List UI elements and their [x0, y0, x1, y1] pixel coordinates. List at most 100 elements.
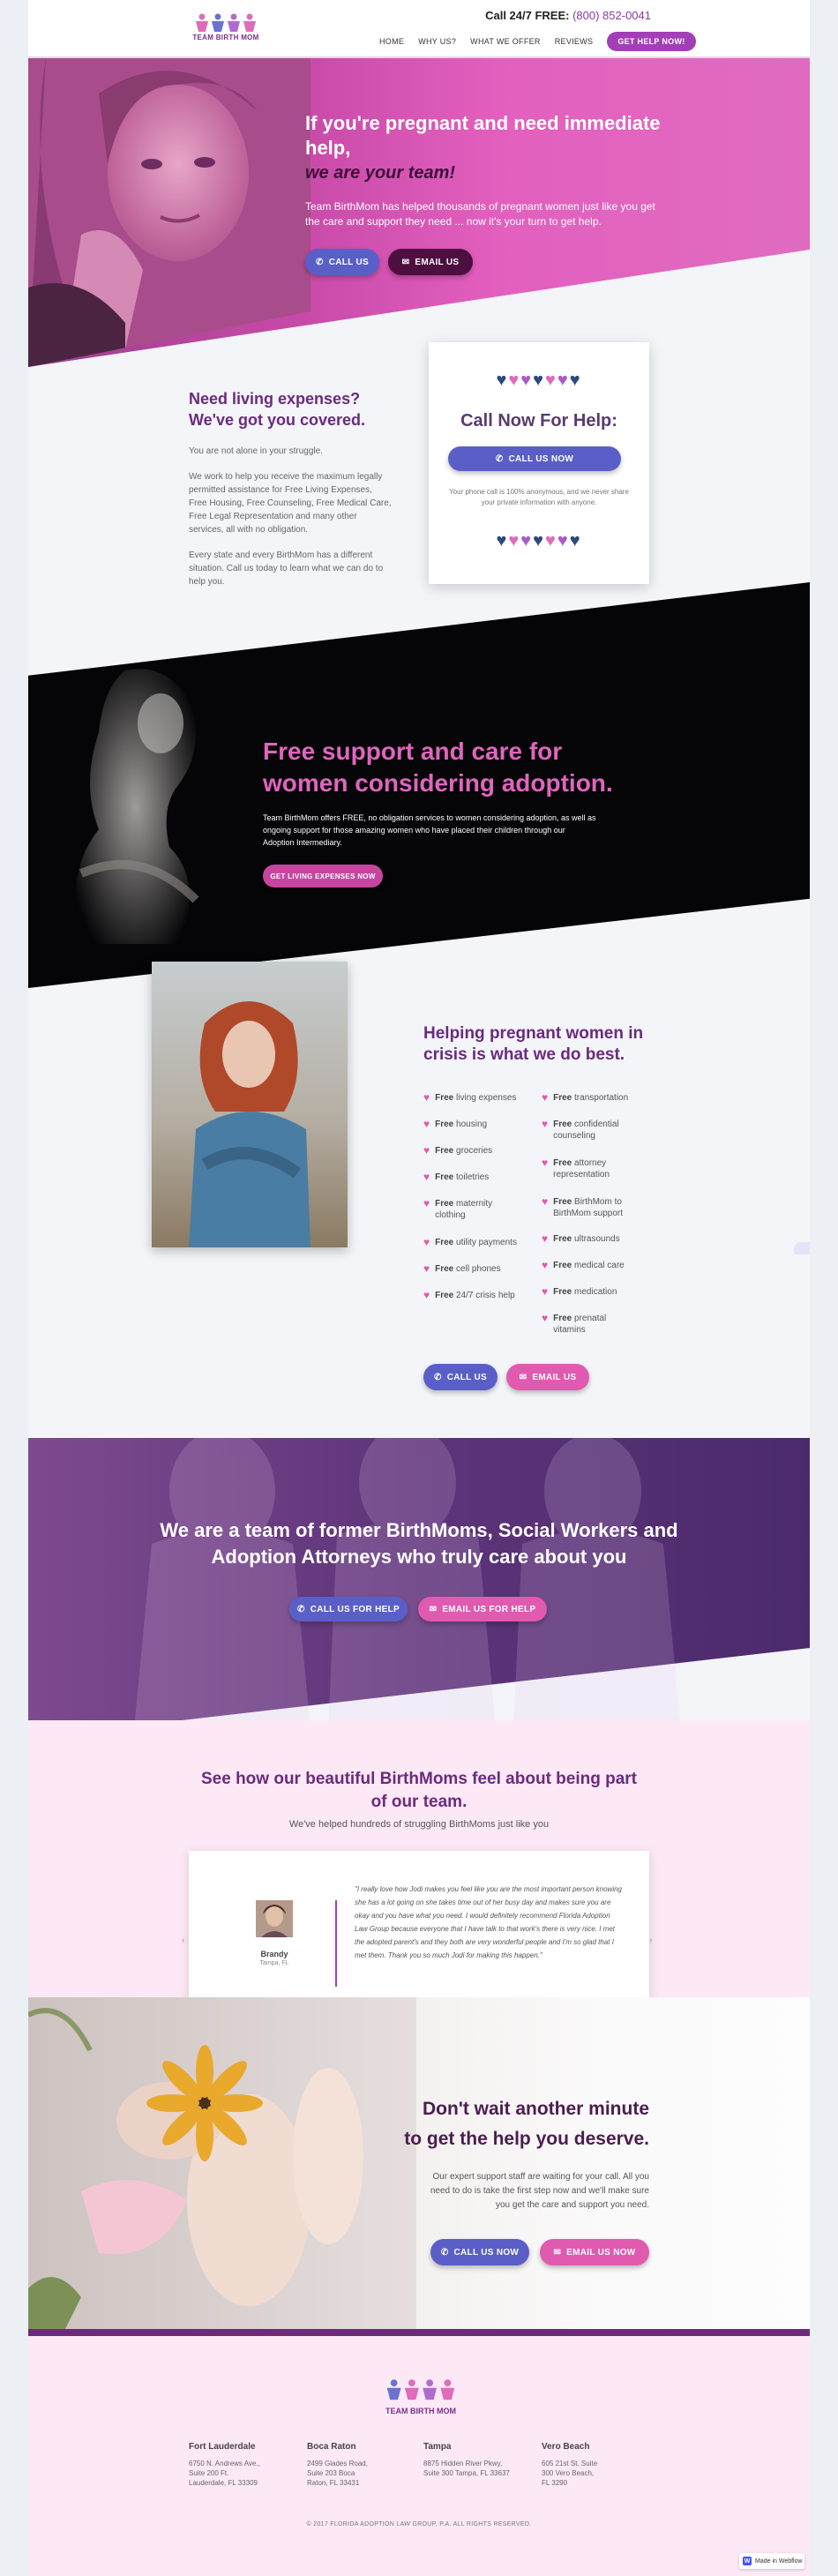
hero-title-main: If you're pregnant and need immediate he…	[305, 112, 661, 159]
team-section: We are a team of former BirthMoms, Socia…	[28, 1438, 810, 1738]
heart-icon: ♥	[423, 1091, 430, 1104]
heart-icon: ♥	[542, 1232, 549, 1245]
heart-icon: ♥	[423, 1197, 430, 1209]
logo[interactable]: TEAM BIRTH MOM	[191, 12, 261, 44]
footer-logo[interactable]: TEAM BIRTH MOM	[381, 2375, 460, 2417]
office-tampa: Tampa 8875 Hidden River Pkwy, Suite 300 …	[423, 2442, 529, 2478]
testimonial-city: Tampa, FL	[259, 1960, 289, 1966]
hero-section: If you're pregnant and need immediate he…	[28, 58, 810, 367]
team-photo-overlay	[134, 1438, 681, 1729]
webflow-badge[interactable]: W Made in Webflow	[739, 2553, 804, 2569]
service-item: ♥ Free housing	[423, 1118, 488, 1130]
testimonials-subtitle: We've helped hundreds of struggling Birt…	[288, 1819, 550, 1830]
footer-logo-text: TEAM BIRTH MOM	[385, 2407, 456, 2415]
email-for-help-label: EMAIL US FOR HELP	[442, 1604, 536, 1614]
heart-icon: ♥	[423, 1236, 430, 1248]
hearts-row-top: ♥♥♥♥♥♥♥	[496, 371, 582, 390]
heart-icon: ♥	[542, 1259, 549, 1271]
nav-reviews[interactable]: REVIEWS	[555, 37, 594, 46]
service-item: ♥ Free toiletries	[423, 1171, 490, 1183]
testimonial-name: Brandy	[260, 1950, 288, 1958]
call-us-now-label: CALL US NOW	[508, 453, 574, 464]
call-us-for-help-button[interactable]: ✆ CALL US FOR HELP	[289, 1597, 408, 1621]
testimonials-title: See how our beautiful BirthMoms feel abo…	[200, 1770, 638, 1811]
redhead-woman-photo	[152, 962, 348, 1247]
hero-email-button[interactable]: ✉ EMAIL US	[388, 249, 473, 275]
baby-flower-photo	[28, 1997, 416, 2333]
service-item: ♥ Free living expenses	[423, 1091, 517, 1104]
service-item: ♥ Free confidential counseling	[542, 1118, 619, 1142]
service-item: ♥ Free medical care	[542, 1259, 625, 1271]
office-address: 6750 N. Andrews Ave., Suite 200 Ft. Laud…	[189, 2460, 260, 2487]
adoption-section: Free support and care for women consider…	[28, 582, 810, 988]
office-address: 605 21st St. Suite 300 Vero Beach, FL 32…	[542, 2460, 598, 2487]
phone-icon: ✆	[316, 257, 324, 267]
wait-email-button[interactable]: ✉ EMAIL US NOW	[540, 2239, 649, 2265]
dont-wait-section: Don't wait another minute to get the hel…	[28, 1997, 810, 2333]
hero-title-emphasis: we are your team!	[305, 163, 456, 183]
service-item: ♥ Free utility payments	[423, 1236, 517, 1248]
hero-call-button[interactable]: ✆ CALL US	[305, 249, 379, 275]
crisis-call-label: CALL US	[446, 1372, 487, 1382]
heart-icon: ♥	[542, 1195, 549, 1208]
envelope-icon: ✉	[519, 1372, 527, 1382]
floating-tab[interactable]	[794, 1242, 810, 1254]
wait-call-button[interactable]: ✆ CALL US NOW	[430, 2239, 529, 2265]
adoption-photo	[28, 653, 240, 953]
phone-icon: ✆	[297, 1604, 305, 1614]
office-address: 8875 Hidden River Pkwy, Suite 300 Tampa,…	[423, 2460, 510, 2477]
testimonial-quote: "I really love how Jodi makes you feel l…	[355, 1885, 622, 1959]
paper-dolls-icon	[196, 13, 256, 32]
service-item: ♥ Free transportation	[542, 1091, 629, 1104]
service-item: ♥ Free maternity clothing	[423, 1197, 493, 1221]
envelope-icon: ✉	[553, 2247, 562, 2258]
office-city: Boca Raton	[307, 2442, 356, 2452]
nav-why-us[interactable]: WHY US?	[418, 37, 456, 46]
envelope-icon: ✉	[429, 1604, 438, 1614]
heart-icon: ♥	[542, 1118, 549, 1130]
living-paragraph-1: You are not alone in your struggle.	[189, 446, 323, 456]
logo-text: TEAM BIRTH MOM	[192, 34, 259, 41]
hero-title: If you're pregnant and need immediate he…	[305, 111, 676, 185]
phone-number[interactable]: (800) 852-0041	[572, 9, 651, 22]
nav-home[interactable]: HOME	[379, 37, 404, 46]
adoption-title: Free support and care for women consider…	[263, 738, 613, 797]
heart-icon: ♥	[542, 1312, 549, 1324]
hero-email-label: EMAIL US	[415, 257, 460, 267]
get-living-expenses-button[interactable]: GET LIVING EXPENSES NOW	[263, 865, 383, 887]
avatar	[256, 1900, 293, 1937]
office-fort-lauderdale: Fort Lauderdale 6750 N. Andrews Ave., Su…	[189, 2442, 295, 2488]
phone-icon: ✆	[434, 1372, 442, 1382]
office-city: Fort Lauderdale	[189, 2442, 256, 2452]
hero-call-label: CALL US	[328, 257, 369, 267]
service-item: ♥ Free medication	[542, 1285, 617, 1298]
office-address: 2499 Glades Road, Suite 203 Boca Raton, …	[307, 2460, 368, 2487]
slider-prev-arrow-icon[interactable]: ‹	[182, 1936, 184, 1945]
call-now-title: Call Now For Help:	[460, 411, 617, 431]
paper-dolls-icon	[386, 2379, 455, 2400]
webflow-badge-label: Made in Webflow	[755, 2557, 803, 2565]
office-city: Tampa	[423, 2442, 452, 2452]
slider-next-arrow-icon[interactable]: ›	[649, 1936, 652, 1945]
email-us-for-help-button[interactable]: ✉ EMAIL US FOR HELP	[418, 1597, 547, 1621]
crisis-call-button[interactable]: ✆ CALL US	[423, 1364, 498, 1390]
heart-icon: ♥	[542, 1285, 549, 1298]
heart-icon: ♥	[423, 1171, 430, 1183]
crisis-email-label: EMAIL US	[532, 1372, 577, 1382]
adoption-text: Team BirthMom offers FREE, no obligation…	[263, 813, 596, 847]
heart-icon: ♥	[423, 1262, 430, 1275]
get-help-now-button[interactable]: GET HELP NOW!	[607, 32, 696, 51]
main-nav: HOME WHY US? WHAT WE OFFER REVIEWS GET H…	[379, 32, 696, 51]
office-city: Vero Beach	[542, 2442, 590, 2452]
phone-icon: ✆	[440, 2247, 449, 2258]
service-item: ♥ Free attorney representation	[542, 1157, 610, 1180]
call-us-now-button[interactable]: ✆ CALL US NOW	[448, 446, 621, 471]
call-now-card: ♥♥♥♥♥♥♥ Call Now For Help: ✆ CALL US NOW…	[429, 342, 649, 584]
crisis-email-button[interactable]: ✉ EMAIL US	[506, 1364, 589, 1390]
service-item: ♥ Free groceries	[423, 1144, 493, 1157]
quote-bar	[335, 1900, 337, 1987]
envelope-icon: ✉	[401, 257, 410, 267]
header-phone[interactable]: Call 24/7 FREE: (800) 852-0041	[485, 9, 651, 22]
service-item: ♥ Free cell phones	[423, 1262, 501, 1275]
nav-what-we-offer[interactable]: WHAT WE OFFER	[470, 37, 541, 46]
